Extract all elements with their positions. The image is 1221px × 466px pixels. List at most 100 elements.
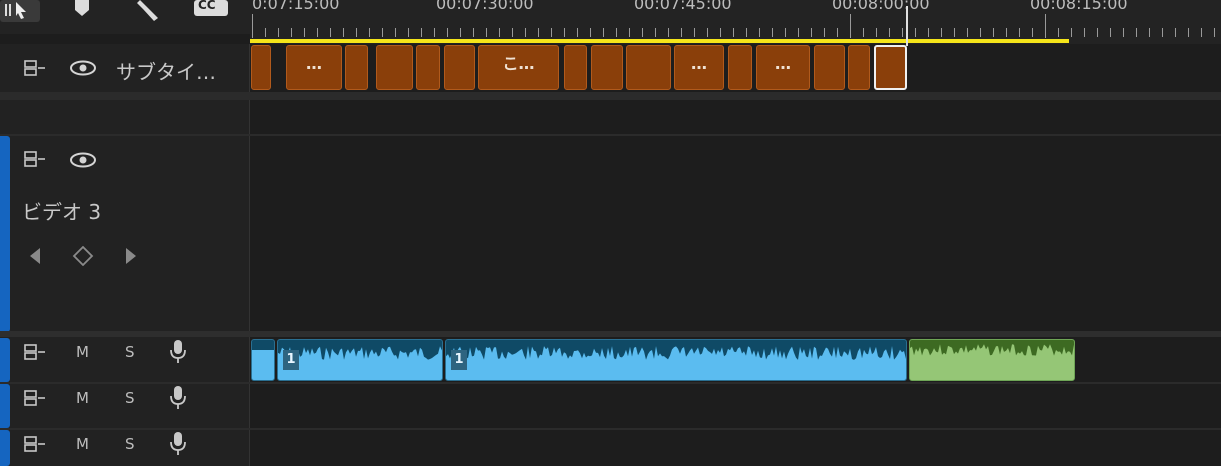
ruler-tick [980,28,981,37]
subtitle-clip[interactable] [848,45,870,90]
ruler-timecode: 0:07:15:00 [252,0,340,13]
waveform [446,346,906,380]
ruler-tick [850,14,851,38]
ruler-tick [486,28,487,37]
subtitle-clip[interactable] [626,45,671,90]
subtitle-clip[interactable] [416,45,440,90]
solo-button[interactable]: S [125,389,135,407]
ruler-tick [590,28,591,37]
subtitle-clip[interactable] [376,45,413,90]
subtitle-clip[interactable] [814,45,845,90]
subtitle-clip[interactable] [345,45,368,90]
ruler-tick [967,28,968,37]
ruler-tick [525,28,526,37]
ruler-tick [252,14,253,38]
solo-button[interactable]: S [125,343,135,361]
prev-keyframe-icon[interactable] [28,246,42,270]
time-ruler[interactable]: 0:07:15:00 00:07:30:00 00:07:45:00 00:08… [250,0,1221,44]
ruler-tick [1071,28,1072,37]
ruler-tick [668,28,669,37]
clip-link-badge: 1 [451,350,467,370]
ruler-tick [902,28,903,37]
track-output-icon[interactable] [24,435,46,457]
subtitle-clip-text: こ… [502,54,535,73]
microphone-icon[interactable] [168,431,188,461]
ruler-tick [577,28,578,37]
subtitle-clip[interactable]: … [756,45,810,90]
marker-icon[interactable] [70,0,94,20]
ruler-tick [941,28,942,37]
ruler-tick [681,28,682,37]
subtitle-clip[interactable] [728,45,752,90]
subtitle-clip[interactable] [564,45,587,90]
mute-button[interactable]: M [76,389,89,407]
ruler-tick [395,28,396,37]
subtitle-clip-selected[interactable] [874,45,907,90]
audio-clip-green[interactable] [909,339,1075,381]
waveform [910,340,1074,356]
wrench-icon[interactable] [134,0,164,22]
subtitle-clip[interactable]: こ… [478,45,559,90]
ruler-tick [421,28,422,37]
subtitle-clip[interactable] [251,45,271,90]
ruler-tick [616,28,617,37]
ruler-tick [707,28,708,37]
track-output-icon[interactable] [24,150,46,172]
ruler-timecode: 00:07:45:00 [634,0,732,13]
ruler-tick [1188,28,1189,37]
ruler-tick [1006,28,1007,37]
microphone-icon[interactable] [168,385,188,415]
ruler-tick [772,28,773,37]
ruler-tick [317,28,318,37]
audio-clip[interactable] [251,339,275,381]
ruler-tick [863,28,864,37]
ruler-timecode: 00:08:00:00 [832,0,930,13]
ruler-tick [1162,28,1163,37]
ruler-tick [1214,28,1215,37]
subtitle-clip[interactable] [444,45,475,90]
ruler-tick [382,28,383,37]
ruler-tick [746,28,747,37]
track-output-icon[interactable] [24,343,46,365]
ruler-tick [785,28,786,37]
mute-button[interactable]: M [76,435,89,453]
captions-icon[interactable]: CC [194,0,228,16]
mute-button[interactable]: M [76,343,89,361]
work-area-bar[interactable] [250,39,1069,43]
ruler-tick [434,28,435,37]
eye-icon[interactable] [70,60,96,80]
ruler-tick [759,28,760,37]
audio-clip[interactable] [277,339,443,381]
ruler-tick [876,28,877,37]
track-output-icon[interactable] [24,59,46,81]
ruler-tick [720,28,721,37]
subtitle-clip[interactable]: … [674,45,724,90]
ruler-tick [824,28,825,37]
waveform [252,350,274,380]
audio-track-accent [0,338,10,382]
ruler-tick [1058,28,1059,37]
ruler-tick [798,28,799,37]
solo-button[interactable]: S [125,435,135,453]
ruler-tick [694,28,695,37]
ruler-tick [1123,28,1124,37]
ruler-tick [460,28,461,37]
ruler-tick [1019,28,1020,37]
ruler-tick [330,28,331,37]
timeline-toolbar: CC [0,0,250,34]
ruler-tick [408,28,409,37]
playhead[interactable] [906,6,908,46]
track-select-icon[interactable] [0,0,40,22]
add-keyframe-icon[interactable] [72,245,94,270]
microphone-icon[interactable] [168,339,188,369]
next-keyframe-icon[interactable] [124,246,138,270]
track-output-icon[interactable] [24,389,46,411]
audio-clip[interactable] [445,339,907,381]
ruler-tick [343,28,344,37]
ruler-tick [915,28,916,37]
captions-label: CC [198,0,216,12]
eye-icon[interactable] [70,152,96,172]
clip-link-badge: 1 [283,350,299,370]
subtitle-clip[interactable] [591,45,623,90]
subtitle-clip[interactable]: … [286,45,342,90]
